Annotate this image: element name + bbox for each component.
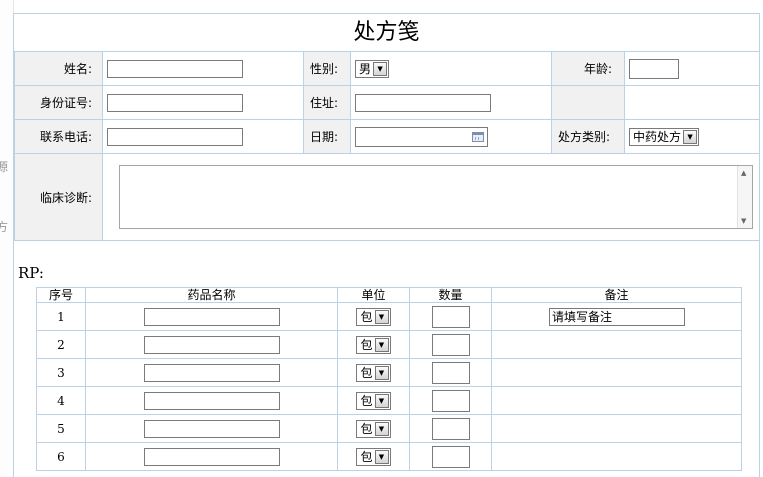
unit-select[interactable]: 包 ▼	[356, 391, 391, 410]
remark-cell	[491, 414, 742, 443]
qty-input[interactable]	[431, 389, 470, 412]
rx-type-value: 中药处方	[633, 129, 682, 144]
rx-type-label: 处方类别:	[551, 119, 625, 154]
qty-input[interactable]	[431, 417, 470, 440]
unit-select[interactable]: 包 ▼	[356, 335, 391, 354]
sidebar-glyph: 方	[0, 218, 8, 235]
remark-cell	[491, 358, 742, 387]
chevron-down-icon: ▼	[374, 421, 389, 436]
chevron-down-icon: ▼	[374, 337, 389, 352]
table-row: 2 包 ▼	[36, 330, 742, 359]
table-row: 3 包 ▼	[36, 358, 742, 387]
sidebar-glyph: 源	[0, 158, 8, 175]
chevron-down-icon: ▼	[374, 393, 389, 408]
empty-cell	[551, 85, 625, 120]
address-label: 住址:	[303, 85, 351, 120]
qty-input[interactable]	[431, 333, 470, 356]
remark-cell	[491, 442, 742, 471]
diagnosis-textarea[interactable]: ▲ ▼	[119, 165, 753, 229]
unit-value: 包	[360, 337, 373, 352]
qty-input[interactable]	[431, 305, 470, 328]
col-header-seq: 序号	[36, 287, 86, 303]
drug-name-input[interactable]	[143, 419, 280, 438]
col-header-qty: 数量	[409, 287, 492, 303]
unit-value: 包	[360, 309, 373, 324]
row-seq: 3	[36, 358, 86, 387]
chevron-down-icon: ▼	[374, 309, 389, 324]
chevron-down-icon: ▼	[683, 129, 698, 144]
gender-select[interactable]: 男 ▼	[355, 59, 390, 78]
drug-name-input[interactable]	[143, 335, 280, 354]
col-header-unit: 单位	[337, 287, 410, 303]
idcard-input[interactable]	[107, 93, 243, 112]
col-header-drug-name: 药品名称	[85, 287, 338, 303]
unit-select[interactable]: 包 ▼	[356, 363, 391, 382]
row-seq: 2	[36, 330, 86, 359]
empty-cell	[624, 85, 760, 120]
unit-select[interactable]: 包 ▼	[356, 447, 391, 466]
drug-name-input[interactable]	[143, 307, 280, 326]
rx-type-select[interactable]: 中药处方 ▼	[629, 127, 700, 146]
table-row: 5 包 ▼	[36, 414, 742, 443]
age-input[interactable]	[629, 58, 679, 79]
page-title: 处方笺	[353, 20, 420, 45]
left-sidebar-edge: 源 方	[0, 0, 14, 477]
name-label: 姓名:	[14, 51, 103, 86]
remark-cell	[491, 330, 742, 359]
unit-value: 包	[360, 393, 373, 408]
calendar-icon[interactable]	[472, 131, 484, 142]
gender-value: 男	[359, 61, 372, 76]
rp-label: RP:	[18, 264, 44, 282]
phone-input[interactable]	[107, 127, 243, 146]
gender-label: 性别:	[303, 51, 351, 86]
drug-table: 序号 药品名称 单位 数量 备注 1 包▼ 2 包▼ 3 包▼ 4 包▼ 5 包…	[36, 287, 742, 471]
address-input[interactable]	[355, 93, 491, 112]
unit-select[interactable]: 包 ▼	[356, 307, 391, 326]
name-input[interactable]	[107, 59, 243, 78]
row-seq: 5	[36, 414, 86, 443]
unit-value: 包	[360, 449, 373, 464]
drug-name-input[interactable]	[143, 391, 280, 410]
age-label: 年龄:	[551, 51, 625, 86]
table-row: 6 包 ▼	[36, 442, 742, 471]
remark-cell	[491, 386, 742, 415]
table-row: 1 包 ▼	[36, 302, 742, 331]
chevron-down-icon: ▼	[373, 61, 388, 76]
unit-value: 包	[360, 365, 373, 380]
idcard-label: 身份证号:	[14, 85, 103, 120]
patient-info-table: 姓名: 性别: 男 ▼ 年龄: 身份证号: 住址: 联系电话: 日期: 处方类别:…	[14, 51, 760, 241]
unit-value: 包	[360, 421, 373, 436]
scrollbar[interactable]: ▲ ▼	[737, 166, 752, 228]
drug-name-input[interactable]	[143, 447, 280, 466]
row-seq: 6	[36, 442, 86, 471]
qty-input[interactable]	[431, 445, 470, 468]
row-seq: 1	[36, 302, 86, 331]
scroll-up-icon[interactable]: ▲	[741, 169, 746, 177]
phone-label: 联系电话:	[14, 119, 103, 154]
col-header-remark: 备注	[491, 287, 742, 303]
chevron-down-icon: ▼	[374, 365, 389, 380]
scroll-down-icon[interactable]: ▼	[741, 217, 746, 225]
diagnosis-label: 临床诊断:	[14, 153, 103, 241]
row-seq: 4	[36, 386, 86, 415]
qty-input[interactable]	[431, 361, 470, 384]
remark-input[interactable]	[549, 307, 685, 326]
chevron-down-icon: ▼	[374, 449, 389, 464]
drug-name-input[interactable]	[143, 363, 280, 382]
table-row: 4 包 ▼	[36, 386, 742, 415]
date-picker[interactable]	[355, 126, 488, 147]
date-label: 日期:	[303, 119, 351, 154]
unit-select[interactable]: 包 ▼	[356, 419, 391, 438]
